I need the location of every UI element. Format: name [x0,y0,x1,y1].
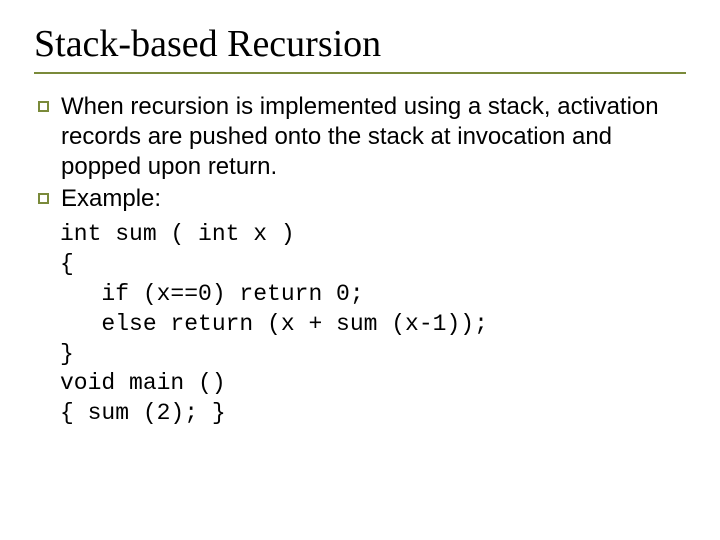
bullet-square-icon [38,193,49,204]
slide-title: Stack-based Recursion [34,22,686,66]
bullet-text: When recursion is implemented using a st… [61,92,686,182]
bullet-item: When recursion is implemented using a st… [38,92,686,182]
bullet-text: Example: [61,184,161,214]
bullet-item: Example: [38,184,686,214]
title-underline [34,72,686,74]
bullet-square-icon [38,101,49,112]
code-example: int sum ( int x ) { if (x==0) return 0; … [60,220,686,429]
bullet-list: When recursion is implemented using a st… [34,92,686,214]
slide-container: Stack-based Recursion When recursion is … [0,0,720,429]
